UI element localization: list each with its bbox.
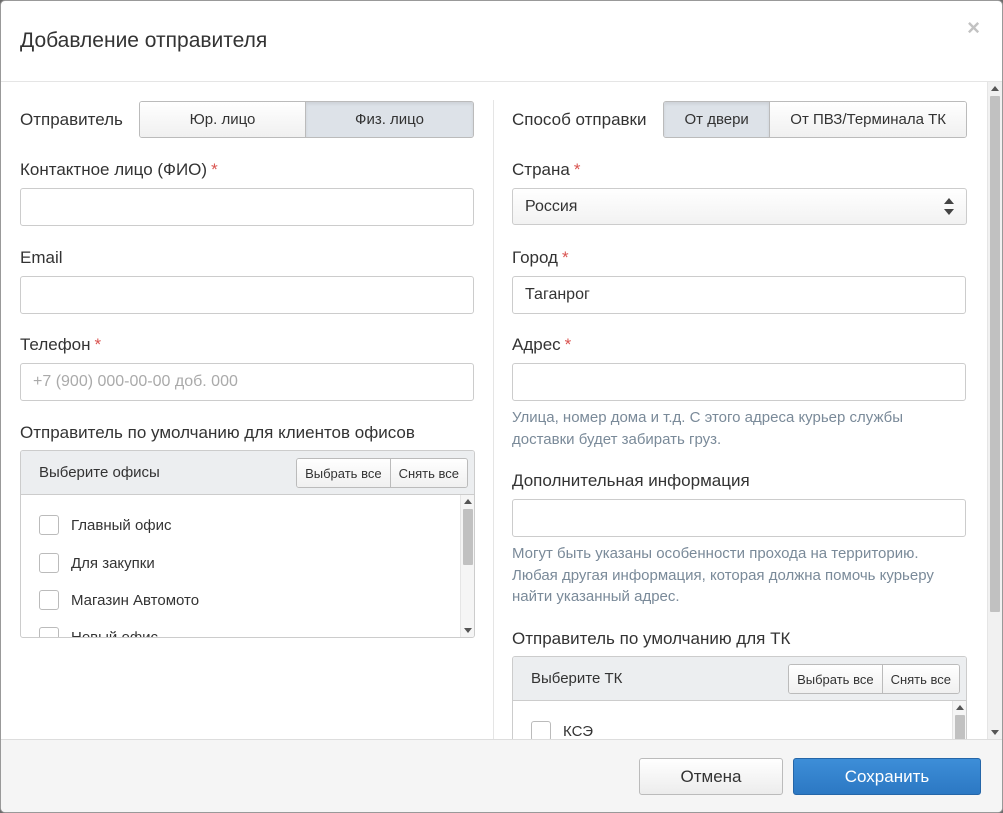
tk-panel-actions: Выбрать все Снять все [788,664,960,694]
cancel-button[interactable]: Отмена [639,758,783,795]
scroll-down-icon[interactable] [991,730,999,735]
offices-panel-actions: Выбрать все Снять все [296,458,468,488]
address-input[interactable] [512,363,966,401]
country-label: Страна * [512,160,581,179]
scroll-down-icon[interactable] [464,628,472,633]
select-arrows-icon [944,198,954,215]
scroll-up-icon[interactable] [464,499,472,504]
address-help-text: Улица, номер дома и т.д. С этого адреса … [512,409,904,448]
tk-list-scrollbar[interactable] [952,701,966,739]
email-input[interactable] [20,276,474,314]
modal-header: Добавление отправителя × [1,1,1002,82]
default-offices-label: Отправитель по умолчанию для клиентов оф… [20,423,415,442]
sender-type-toggle: Юр. лицо Физ. лицо [139,101,474,138]
tk-panel-title: Выберите ТК [531,670,623,687]
phone-label: Телефон * [20,335,102,354]
offices-panel-title: Выберите офисы [39,464,160,481]
column-divider [493,100,494,739]
sender-type-individual-button[interactable]: Физ. лицо [305,102,473,137]
address-label: Адрес * [512,335,572,354]
offices-list[interactable]: Главный офис Для закупки Магазин Автомот… [21,495,474,637]
extra-info-help-text: Могут быть указаны особенности прохода н… [512,545,934,605]
sender-type-label: Отправитель [20,110,123,129]
extra-info-label: Дополнительная информация [512,471,750,490]
contact-person-label: Контактное лицо (ФИО) * [20,160,218,179]
list-item[interactable]: Новый офис [39,626,158,637]
tk-panel-header: Выберите ТК Выбрать все Снять все [513,657,966,701]
list-item[interactable]: Магазин Автомото [39,589,199,611]
city-label: Город * [512,248,569,267]
offices-panel: Выберите офисы Выбрать все Снять все Гла… [20,450,475,638]
scroll-up-icon[interactable] [956,705,964,710]
scrollbar-thumb[interactable] [955,715,965,739]
contact-person-input[interactable] [20,188,474,226]
method-terminal-button[interactable]: От ПВЗ/Терминала ТК [769,102,966,137]
email-label: Email [20,248,63,267]
list-item[interactable]: Главный офис [39,514,172,536]
scrollbar-thumb[interactable] [990,96,1000,612]
extra-info-input[interactable] [512,499,966,537]
tk-clear-all-button[interactable]: Снять все [881,665,959,693]
checkbox[interactable] [39,515,59,535]
scroll-up-icon[interactable] [991,86,999,91]
shipping-method-label: Способ отправки [512,110,647,129]
checkbox[interactable] [39,553,59,573]
close-icon[interactable]: × [967,17,980,39]
offices-panel-header: Выберите офисы Выбрать все Снять все [21,451,474,495]
default-tk-label: Отправитель по умолчанию для ТК [512,629,791,648]
modal-body[interactable]: Отправитель Юр. лицо Физ. лицо Контактно… [1,82,1002,739]
tk-select-all-button[interactable]: Выбрать все [789,665,882,693]
add-sender-modal: Добавление отправителя × Отправитель Юр.… [0,0,1003,813]
offices-clear-all-button[interactable]: Снять все [389,459,467,487]
tk-panel: Выберите ТК Выбрать все Снять все КСЭ [512,656,967,739]
list-item[interactable]: КСЭ [531,720,593,739]
sender-type-legal-button[interactable]: Юр. лицо [140,102,305,137]
method-door-button[interactable]: От двери [664,102,770,137]
modal-footer: Отмена Сохранить [1,739,1002,812]
city-input[interactable]: Таганрог [512,276,966,314]
tk-list[interactable]: КСЭ [513,701,966,739]
country-select[interactable]: Россия [512,188,967,225]
modal-body-scrollbar[interactable] [987,82,1002,739]
offices-list-scrollbar[interactable] [460,495,474,637]
modal-title: Добавление отправителя [20,29,268,52]
list-item[interactable]: Для закупки [39,552,155,574]
scrollbar-thumb[interactable] [463,509,473,565]
save-button[interactable]: Сохранить [793,758,981,795]
checkbox[interactable] [39,627,59,637]
phone-input[interactable]: +7 (900) 000-00-00 доб. 000 [20,363,474,401]
checkbox[interactable] [531,721,551,739]
offices-select-all-button[interactable]: Выбрать все [297,459,390,487]
shipping-method-toggle: От двери От ПВЗ/Терминала ТК [663,101,967,138]
checkbox[interactable] [39,590,59,610]
